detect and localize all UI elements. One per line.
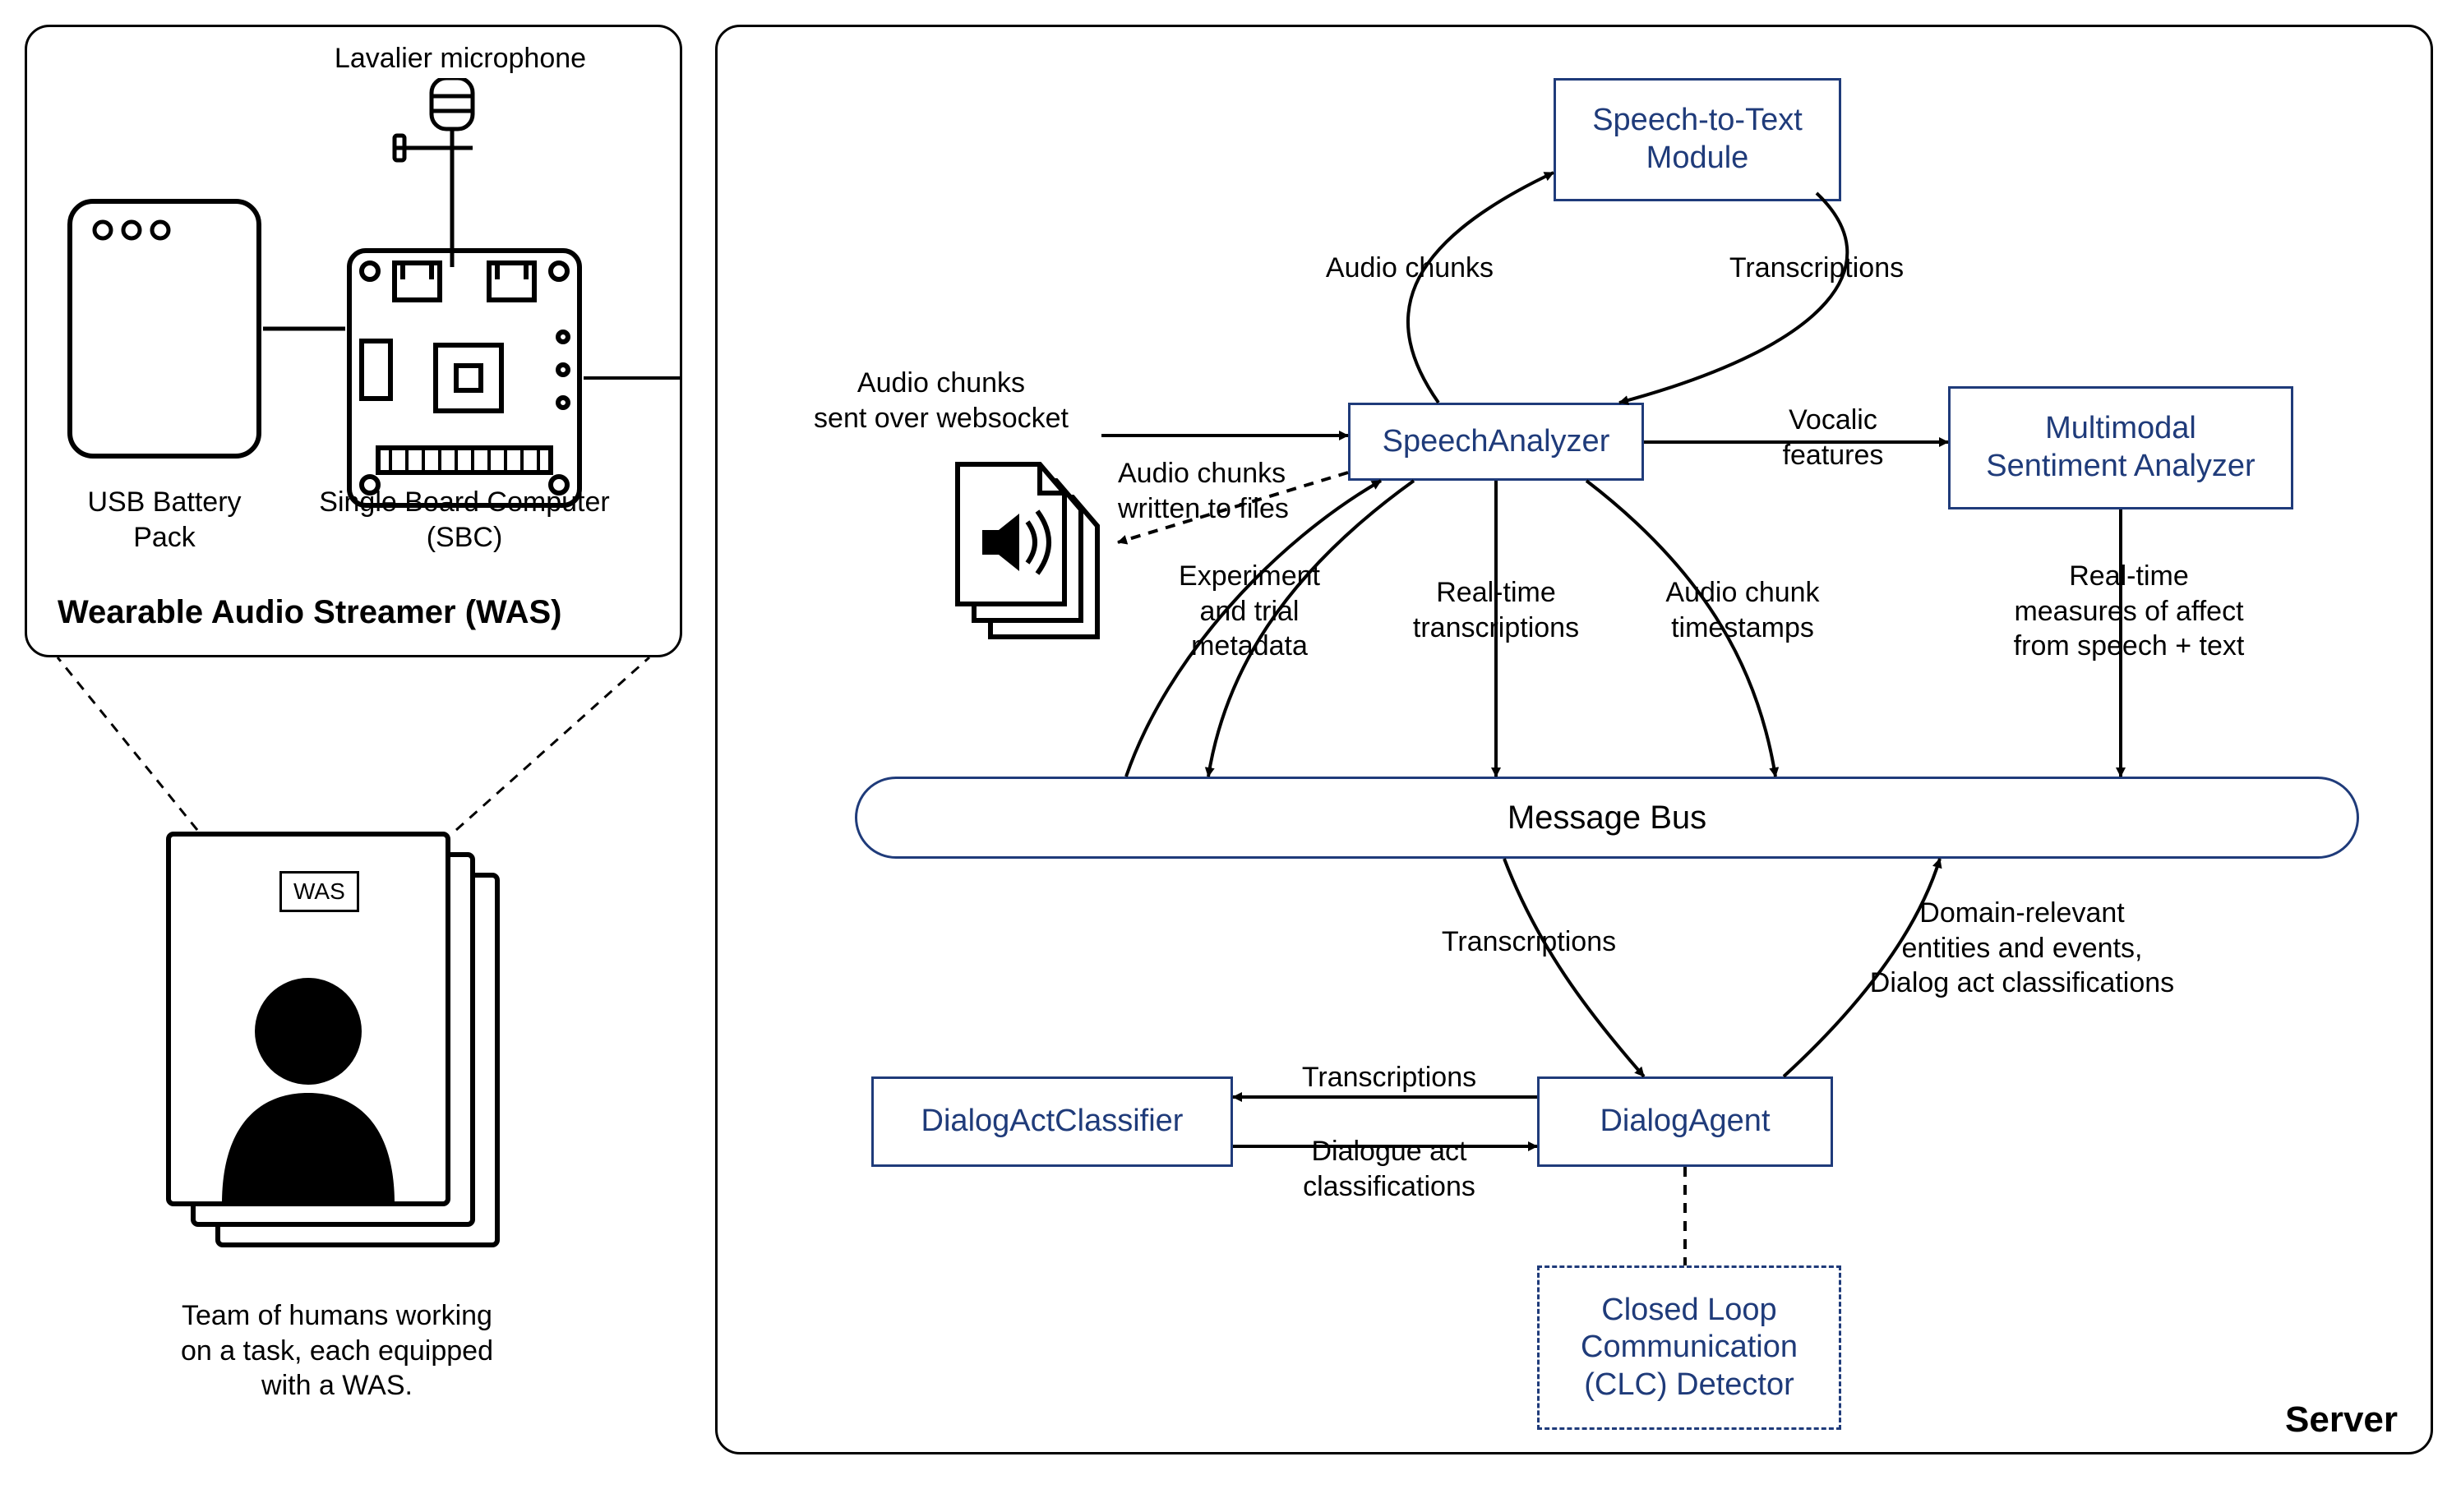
clc-detector-module: Closed Loop Communication (CLC) Detector <box>1537 1265 1841 1430</box>
edge-rt-affect: Real-time measures of affect from speech… <box>1932 559 2326 664</box>
usb-battery-label: USB Battery Pack <box>66 485 263 555</box>
message-bus: Message Bus <box>855 777 2359 859</box>
edge-exp-meta: Experiment and trial metadata <box>1151 559 1348 664</box>
sbc-label: Single Board Computer (SBC) <box>312 485 616 555</box>
edge-audio-files: Audio chunks written to files <box>1118 456 1332 526</box>
was-tag: WAS <box>279 871 359 912</box>
audio-files-icon <box>945 460 1110 649</box>
edge-vocalic: Vocalic features <box>1759 403 1907 472</box>
dialog-agent-module: DialogAgent <box>1537 1076 1833 1167</box>
edge-domain-entities: Domain-relevant entities and events, Dia… <box>1825 896 2219 1001</box>
sbc-icon <box>345 247 584 509</box>
lavalier-mic-icon <box>370 78 501 267</box>
edge-bus-trans: Transcriptions <box>1422 924 1636 960</box>
was-panel-title: Wearable Audio Streamer (WAS) <box>58 592 649 633</box>
server-title: Server <box>2285 1397 2398 1442</box>
dialog-act-classifier-module: DialogActClassifier <box>871 1076 1233 1167</box>
edge-chunk-ts: Audio chunk timestamps <box>1636 575 1849 645</box>
speech-analyzer-module: SpeechAnalyzer <box>1348 403 1644 481</box>
edge-rt-trans: Real-time transcriptions <box>1381 575 1611 645</box>
team-caption: Team of humans working on a task, each e… <box>123 1298 551 1404</box>
edge-dac-trans: Transcriptions <box>1282 1060 1496 1095</box>
edge-dac-cls: Dialogue act classifications <box>1266 1134 1512 1204</box>
battery-pack-icon <box>66 197 263 460</box>
server-panel <box>715 25 2433 1454</box>
mic-label: Lavalier microphone <box>304 41 616 76</box>
speech-to-text-module: Speech-to-Text Module <box>1554 78 1841 201</box>
sentiment-analyzer-module: Multimodal Sentiment Analyzer <box>1948 386 2293 509</box>
edge-audio-ws: Audio chunks sent over websocket <box>789 366 1093 436</box>
edge-audio-chunks-up: Audio chunks <box>1307 251 1512 286</box>
edge-transcriptions-down: Transcriptions <box>1710 251 1923 286</box>
diagram-canvas: Lavalier microphone <box>0 0 2461 1512</box>
